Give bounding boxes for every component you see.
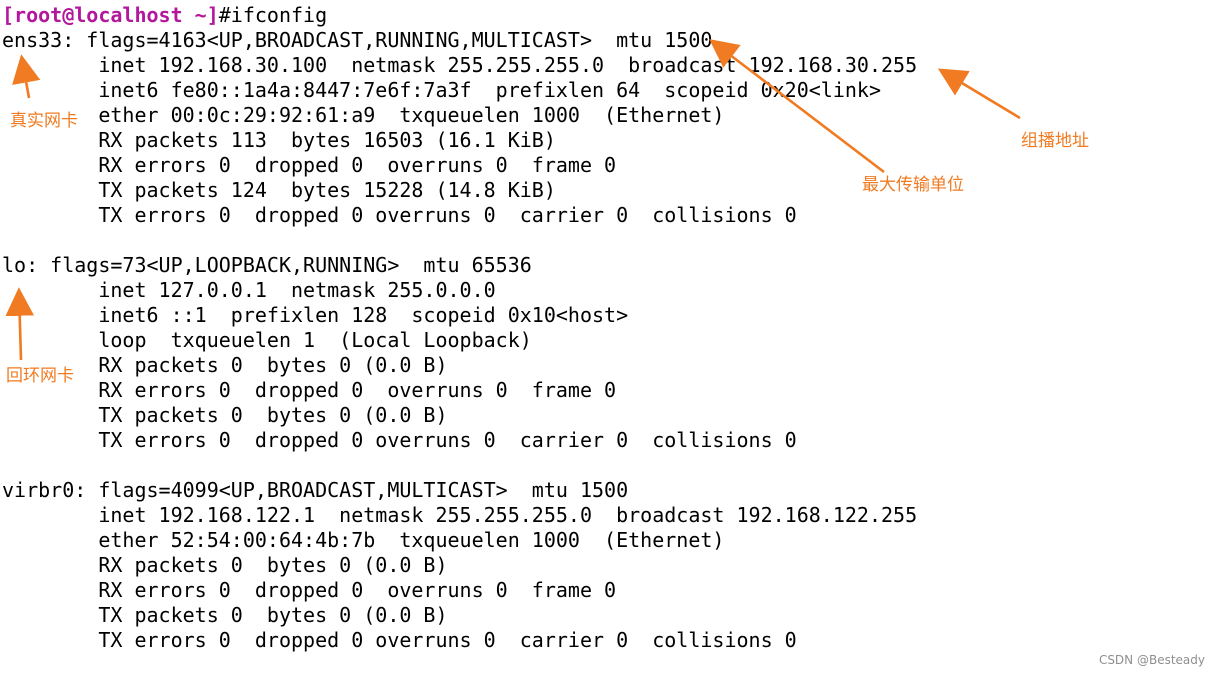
- ens33-header-line: ens33: flags=4163<UP,BROADCAST,RUNNING,M…: [2, 28, 713, 52]
- virbr0-ether-line: ether 52:54:00:64:4b:7b txqueuelen 1000 …: [2, 528, 725, 552]
- lo-loop-line: loop txqueuelen 1 (Local Loopback): [2, 328, 532, 352]
- broadcast-address-annotation: 组播地址: [1021, 131, 1089, 151]
- virbr0-tx-packets-line: TX packets 0 bytes 0 (0.0 B): [2, 603, 448, 627]
- ens33-rx-errors-line: RX errors 0 dropped 0 overruns 0 frame 0: [2, 153, 617, 177]
- lo-rx-errors-line: RX errors 0 dropped 0 overruns 0 frame 0: [2, 378, 617, 402]
- virbr0-tx-errors-line: TX errors 0 dropped 0 overruns 0 carrier…: [2, 628, 797, 652]
- virbr0-rx-packets-line: RX packets 0 bytes 0 (0.0 B): [2, 553, 448, 577]
- ens33-tx-errors-line: TX errors 0 dropped 0 overruns 0 carrier…: [2, 203, 797, 227]
- virbr0-header-line: virbr0: flags=4099<UP,BROADCAST,MULTICAS…: [2, 478, 629, 502]
- lo-inet6-line: inet6 ::1 prefixlen 128 scopeid 0x10<hos…: [2, 303, 629, 327]
- shell-prompt: [root@localhost ~]: [2, 3, 219, 27]
- ens33-tx-packets-line: TX packets 124 bytes 15228 (14.8 KiB): [2, 178, 556, 202]
- command-text: #ifconfig: [218, 3, 328, 27]
- lo-inet-line: inet 127.0.0.1 netmask 255.0.0.0: [2, 278, 496, 302]
- watermark: CSDN @Besteady: [1098, 653, 1205, 667]
- virbr0-rx-errors-line: RX errors 0 dropped 0 overruns 0 frame 0: [2, 578, 617, 602]
- mtu-annotation: 最大传输单位: [862, 175, 964, 195]
- ens33-ether-line: ether 00:0c:29:92:61:a9 txqueuelen 1000 …: [2, 103, 725, 127]
- lo-header-line: lo: flags=73<UP,LOOPBACK,RUNNING> mtu 65…: [2, 253, 532, 277]
- ens33-inet-line: inet 192.168.30.100 netmask 255.255.255.…: [2, 53, 918, 77]
- command-line: [root@localhost ~]#ifconfig: [2, 3, 327, 28]
- ens33-inet6-line: inet6 fe80::1a4a:8447:7e6f:7a3f prefixle…: [2, 78, 881, 102]
- real-nic-annotation: 真实网卡: [10, 111, 78, 131]
- lo-tx-errors-line: TX errors 0 dropped 0 overruns 0 carrier…: [2, 428, 797, 452]
- virbr0-inet-line: inet 192.168.122.1 netmask 255.255.255.0…: [2, 503, 918, 527]
- terminal-window[interactable]: [root@localhost ~]#ifconfig ens33: flags…: [0, 0, 1221, 678]
- ens33-rx-packets-line: RX packets 113 bytes 16503 (16.1 KiB): [2, 128, 556, 152]
- loopback-nic-annotation: 回环网卡: [6, 366, 74, 386]
- lo-tx-packets-line: TX packets 0 bytes 0 (0.0 B): [2, 403, 448, 427]
